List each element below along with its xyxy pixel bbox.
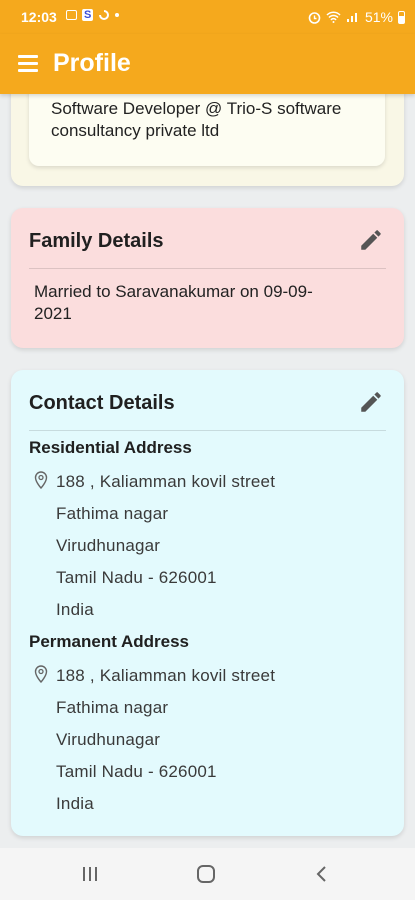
family-details-title: Family Details: [29, 230, 164, 252]
residential-address-line: 188 , Kaliamman kovil street: [56, 472, 276, 491]
signal-icon: [346, 13, 357, 22]
home-icon[interactable]: [191, 862, 221, 886]
residential-address-line: Virudhunagar: [56, 536, 161, 555]
work-inner-card: Software Developer @ Trio-S software con…: [29, 94, 385, 166]
pencil-icon[interactable]: [358, 227, 384, 253]
location-pin-icon: [34, 471, 48, 489]
status-right-icons: 51%: [308, 9, 405, 25]
permanent-address-line: Tamil Nadu - 626001: [56, 762, 217, 781]
family-details-card: Family Details Married to Saravanakumar …: [11, 208, 404, 348]
app-bar: Profile: [0, 34, 415, 94]
contact-details-card: Contact Details Residential Address 188 …: [11, 370, 404, 836]
dot-icon: [115, 13, 120, 17]
work-description: Software Developer @ Trio-S software con…: [51, 99, 342, 140]
profile-content[interactable]: Software Developer @ Trio-S software con…: [0, 94, 415, 848]
battery-percent: 51%: [364, 9, 393, 25]
page-title: Profile: [53, 49, 131, 77]
pencil-icon[interactable]: [358, 389, 384, 415]
residential-address-label: Residential Address: [29, 438, 192, 457]
battery-icon: [398, 10, 405, 24]
residential-address-line: Fathima nagar: [56, 504, 169, 523]
permanent-address-line: Virudhunagar: [56, 730, 161, 749]
residential-address-line: Tamil Nadu - 626001: [56, 568, 217, 587]
system-nav-bar: [0, 848, 415, 900]
location-pin-icon: [34, 665, 48, 683]
gallery-icon: [66, 10, 77, 20]
status-bar: 12:03 S 51%: [0, 0, 415, 34]
residential-address-line: India: [56, 600, 94, 619]
family-description: Married to Saravanakumar on 09-09-2021: [34, 282, 313, 323]
back-icon[interactable]: [307, 862, 337, 886]
status-time: 12:03: [21, 9, 57, 25]
contact-divider: [29, 430, 386, 431]
permanent-address-line: Fathima nagar: [56, 698, 169, 717]
permanent-address-line: 188 , Kaliamman kovil street: [56, 666, 276, 685]
alarm-icon: [308, 11, 321, 24]
wifi-icon: [326, 11, 341, 23]
s-app-icon: S: [82, 9, 94, 21]
status-left-icons: S: [66, 9, 120, 21]
permanent-address-line: India: [56, 794, 94, 813]
family-divider: [29, 268, 386, 269]
permanent-address-label: Permanent Address: [29, 632, 189, 651]
work-card: Software Developer @ Trio-S software con…: [11, 94, 404, 186]
hamburger-menu-icon[interactable]: [18, 55, 38, 72]
recent-apps-icon[interactable]: [75, 862, 105, 886]
loop-icon: [99, 10, 110, 20]
contact-details-title: Contact Details: [29, 392, 175, 414]
